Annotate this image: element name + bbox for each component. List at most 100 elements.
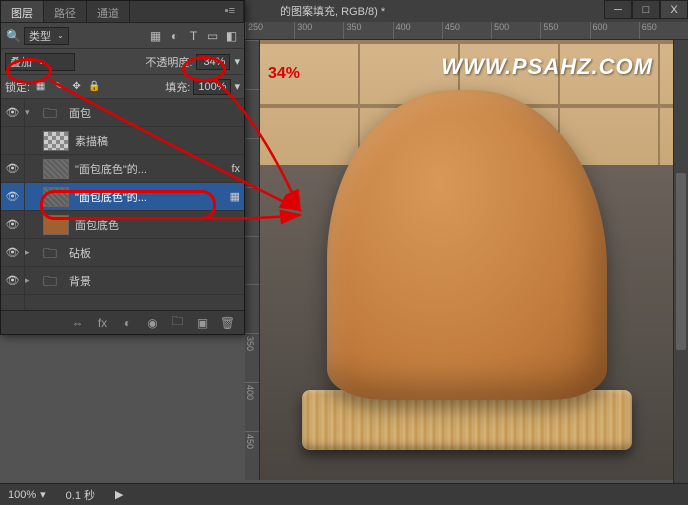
ruler-tick: 500 (491, 22, 540, 39)
visibility-icon[interactable]: 👁 (1, 99, 25, 126)
filter-kind-label: 类型 (29, 28, 51, 44)
ruler-tick (245, 138, 259, 187)
layer-row[interactable]: 👁 "面包底色"的... fx (1, 155, 244, 183)
layer-thumb (43, 187, 69, 207)
ruler-tick: 600 (590, 22, 639, 39)
layer-row[interactable]: 👁▸🗀 砧板 (1, 239, 244, 267)
layer-fx-icon[interactable]: ▦ (230, 190, 240, 203)
layer-name[interactable]: 面包 (69, 105, 240, 121)
panel-menu-icon[interactable]: ▪≡ (217, 1, 244, 22)
opacity-label: 不透明度: (145, 54, 192, 70)
layer-fx-icon[interactable]: fx (231, 163, 240, 175)
layer-thumb: 🗀 (37, 243, 63, 263)
filter-image-icon[interactable]: ▦ (147, 27, 164, 44)
adjustment-icon[interactable]: ◉ (144, 314, 161, 331)
group-icon[interactable]: 🗀 (169, 314, 186, 331)
scrollbar-handle[interactable] (676, 173, 686, 350)
filter-text-icon[interactable]: T (185, 27, 202, 44)
blend-mode-dropdown[interactable]: 叠加 ⌄ (5, 53, 75, 71)
panel-footer: ⇔ fx ◐ ◉ 🗀 ▣ 🗑 (1, 310, 244, 334)
visibility-icon[interactable]: 👁 (1, 155, 25, 182)
filter-adjust-icon[interactable]: ◐ (166, 27, 183, 44)
chevron-down-icon: ⌄ (38, 57, 45, 66)
layers-list: 👁▾🗀面包素描稿👁"面包底色"的...fx👁"面包底色"的...▦👁面包底色👁▸… (1, 99, 244, 323)
zoom-value: 100% (8, 489, 36, 501)
lock-pixels-icon[interactable]: ▦ (33, 79, 48, 94)
visibility-icon[interactable]: 👁 (1, 267, 25, 294)
visibility-icon[interactable]: 👁 (1, 211, 25, 238)
chevron-down-icon: ▾ (40, 488, 46, 501)
blend-mode-value: 叠加 (10, 54, 32, 70)
trash-icon[interactable]: 🗑 (219, 314, 236, 331)
ruler-tick (245, 89, 259, 138)
minimize-button[interactable]: ─ (604, 0, 632, 19)
lock-position-icon[interactable]: ✥ (69, 79, 84, 94)
mask-icon[interactable]: ◐ (119, 314, 136, 331)
layer-name[interactable]: 背景 (69, 273, 240, 289)
maximize-button[interactable]: □ (632, 0, 660, 19)
canvas[interactable]: WWW.PSAHZ.COM 34% (260, 40, 673, 480)
search-icon[interactable]: 🔍 (5, 27, 22, 44)
tab-channels[interactable]: 通道 (87, 1, 130, 22)
panel-tabs: 图层 路径 通道 ▪≡ (1, 1, 244, 23)
document-title: 的图案填充, RGB/8) * (280, 3, 385, 19)
layer-thumb (43, 159, 69, 179)
ruler-tick (245, 236, 259, 285)
fill-label: 填充: (165, 79, 190, 95)
fill-value[interactable]: 100% (193, 79, 231, 95)
lock-brush-icon[interactable]: ✎ (51, 79, 66, 94)
vertical-ruler: 350400450 (245, 40, 260, 480)
layer-name[interactable]: "面包底色"的... (75, 189, 226, 205)
tab-layers[interactable]: 图层 (1, 1, 44, 22)
visibility-icon[interactable] (1, 127, 25, 154)
layer-name[interactable]: 素描稿 (75, 133, 240, 149)
layer-row[interactable]: 素描稿 (1, 127, 244, 155)
ruler-tick: 350 (245, 333, 259, 382)
canvas-area[interactable]: WWW.PSAHZ.COM 34% (260, 40, 673, 480)
ruler-tick: 300 (294, 22, 343, 39)
play-icon[interactable]: ▶ (115, 488, 123, 501)
filter-shape-icon[interactable]: ▭ (204, 27, 221, 44)
ruler-tick: 450 (245, 431, 259, 480)
ruler-tick: 650 (639, 22, 688, 39)
zoom-control[interactable]: 100% ▾ (8, 488, 46, 501)
layer-row[interactable]: 👁 "面包底色"的... ▦ (1, 183, 244, 211)
chevron-down-icon[interactable]: ▾ (234, 55, 240, 68)
new-layer-icon[interactable]: ▣ (194, 314, 211, 331)
close-button[interactable]: X (660, 0, 688, 19)
lock-row: 锁定: ▦ ✎ ✥ 🔒 填充: 100% ▾ (1, 75, 244, 99)
filter-smart-icon[interactable]: ◧ (223, 27, 240, 44)
ruler-tick: 400 (393, 22, 442, 39)
layer-name[interactable]: "面包底色"的... (75, 161, 227, 177)
layer-name[interactable]: 面包底色 (75, 217, 240, 233)
lock-label: 锁定: (5, 79, 30, 95)
layer-row[interactable]: 👁 面包底色 (1, 211, 244, 239)
ruler-tick: 350 (343, 22, 392, 39)
expand-icon[interactable]: ▾ (25, 107, 37, 118)
horizontal-ruler: 250300350400450500550600650 (245, 22, 688, 40)
ruler-tick: 250 (245, 22, 294, 39)
status-time: 0.1 秒 (66, 487, 95, 503)
ruler-tick (245, 40, 259, 89)
filter-kind-dropdown[interactable]: 类型 ⌄ (24, 27, 69, 45)
link-layers-icon[interactable]: ⇔ (69, 314, 86, 331)
visibility-icon[interactable]: 👁 (1, 183, 25, 210)
layer-row[interactable]: 👁▸🗀背景 (1, 267, 244, 295)
tab-paths[interactable]: 路径 (44, 1, 87, 22)
layer-row[interactable]: 👁▾🗀 面包 (1, 99, 244, 127)
lock-all-icon[interactable]: 🔒 (87, 79, 102, 94)
filter-toolbar: 🔍 类型 ⌄ ▦ ◐ T ▭ ◧ (1, 23, 244, 49)
chevron-down-icon[interactable]: ▾ (234, 80, 240, 93)
expand-icon[interactable]: ▸ (25, 247, 37, 258)
fx-icon[interactable]: fx (94, 314, 111, 331)
layer-name[interactable]: 砧板 (69, 245, 240, 261)
layer-thumb: 🗀 (37, 103, 63, 123)
chevron-down-icon: ⌄ (57, 31, 64, 40)
opacity-value[interactable]: 34% (196, 54, 230, 70)
vertical-scrollbar[interactable] (673, 40, 688, 483)
visibility-icon[interactable]: 👁 (1, 239, 25, 266)
ruler-tick: 400 (245, 382, 259, 431)
blend-row: 叠加 ⌄ 不透明度: 34% ▾ (1, 49, 244, 75)
ruler-tick (245, 187, 259, 236)
expand-icon[interactable]: ▸ (25, 275, 37, 286)
